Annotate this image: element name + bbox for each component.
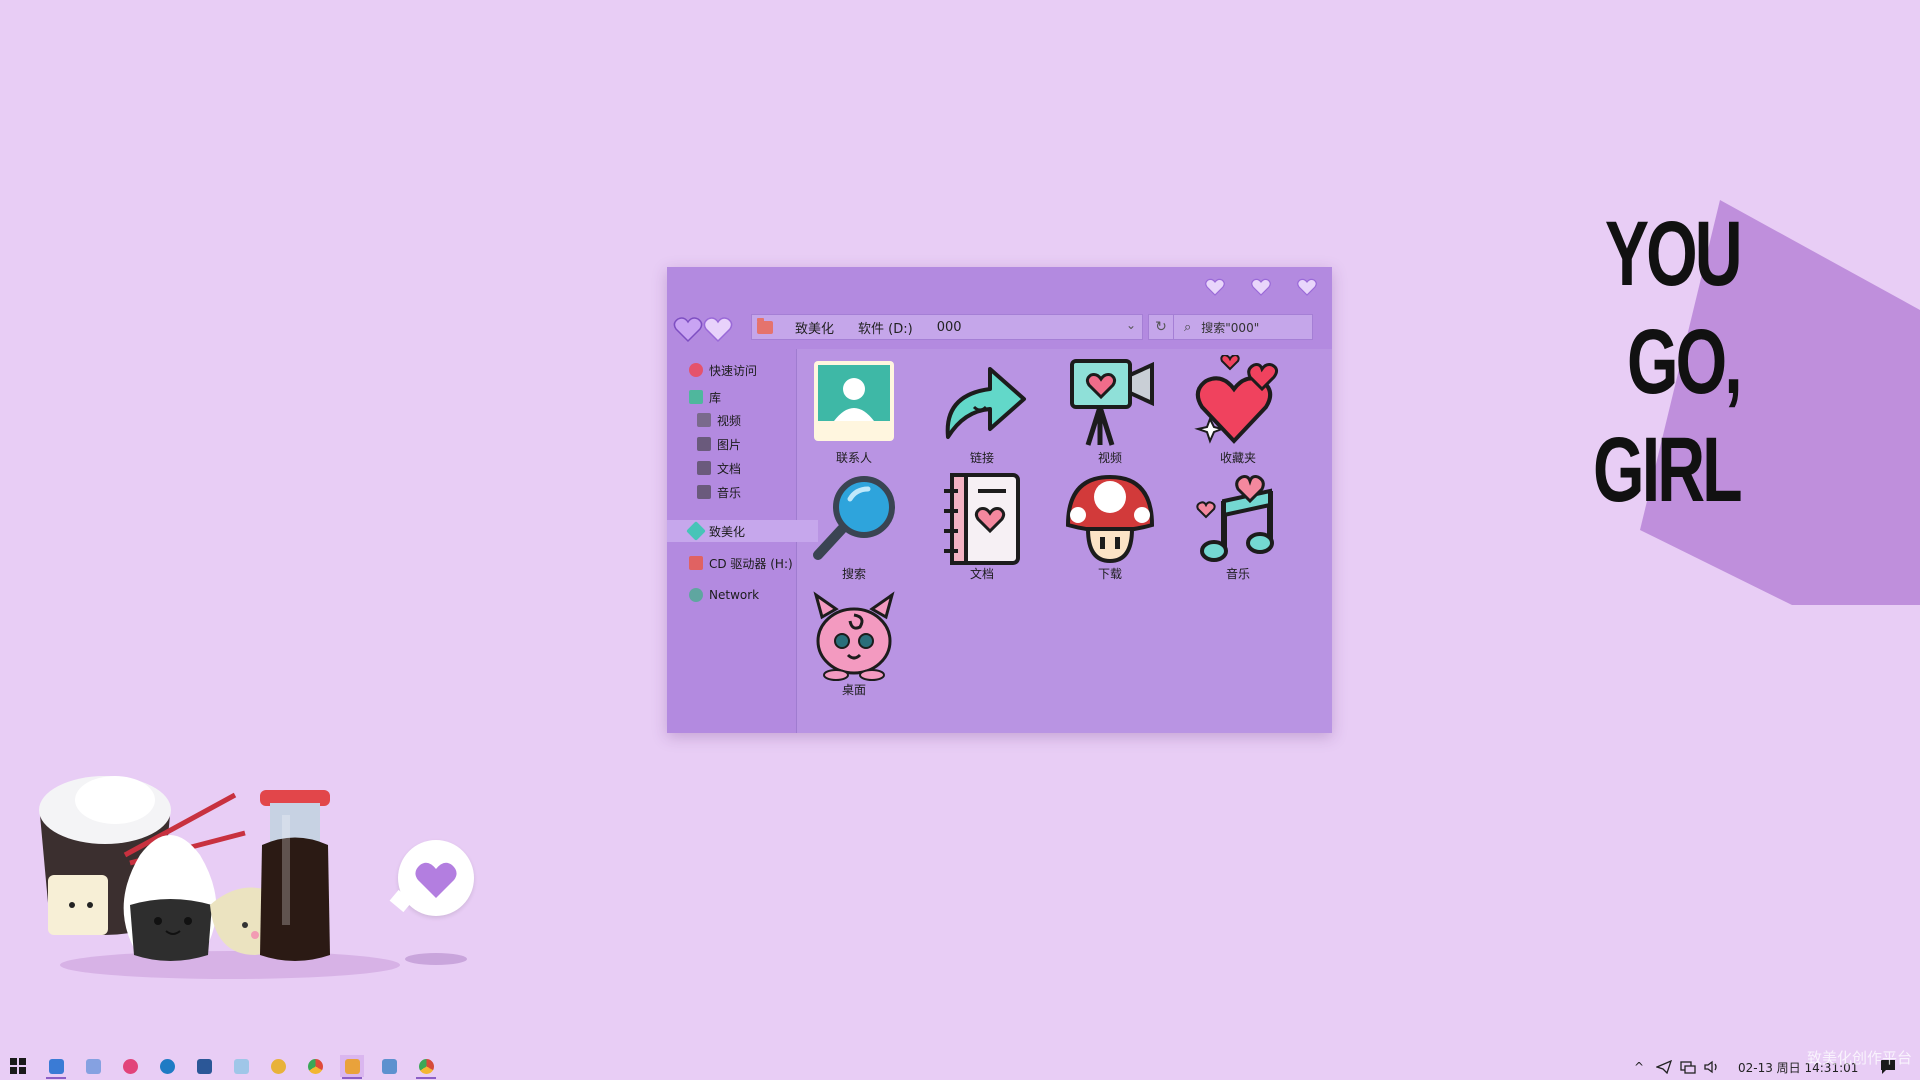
link-arrow-icon (945, 367, 1026, 439)
folder-item[interactable]: 搜索 (799, 471, 909, 583)
contact-icon (814, 361, 894, 441)
notepad-icon[interactable] (377, 1055, 401, 1077)
title-bar[interactable] (667, 267, 1332, 307)
file-label: 视频 (1097, 451, 1122, 465)
file-label: 搜索 (841, 567, 866, 581)
music-note-icon (1196, 475, 1274, 562)
bubble-shadow (405, 953, 467, 965)
file-explorer-icon[interactable] (340, 1055, 364, 1079)
file-label: 下载 (1097, 567, 1122, 581)
folder-item[interactable]: 音乐 (1183, 471, 1293, 583)
video-icon (697, 413, 711, 427)
gem-icon (686, 521, 706, 541)
globe-icon (689, 588, 703, 602)
sidebar-item-label: CD 驱动器 (H:) (709, 556, 793, 571)
taskbar: ^ 02-13 周日 14:31:01 (0, 1052, 1920, 1080)
jigglypuff-icon (813, 591, 895, 681)
folder-item[interactable]: 收藏夹 (1183, 355, 1293, 467)
chevron-up-icon[interactable]: ^ (1634, 1060, 1644, 1074)
photoshop-icon[interactable] (229, 1055, 253, 1077)
xiu-app-icon[interactable] (118, 1055, 142, 1077)
navigation-pane: 快速访问 库 视频 图片 文档 音乐 致美化 CD 驱动器 (H:) Netwo… (667, 349, 818, 733)
folder-item[interactable]: 视频 (1055, 355, 1165, 467)
sidebar-item-cd-drive[interactable]: CD 驱动器 (H:) (667, 552, 818, 574)
sidebar-item-quick-access[interactable]: 快速访问 (667, 359, 818, 381)
favorites-heart-icon (1194, 355, 1279, 444)
video-camera-icon (1070, 359, 1154, 446)
address-bar[interactable]: 致美化 软件 (D:) 000 ⌄ (751, 314, 1143, 340)
heart-icon (415, 862, 457, 898)
breadcrumb-item[interactable]: 软件 (D:) (858, 318, 913, 337)
tray-overflow-icon[interactable]: ^ (1634, 1057, 1644, 1077)
file-label: 链接 (969, 451, 994, 465)
sidebar-item-label: 致美化 (709, 524, 746, 539)
poster-line: YOU (1605, 203, 1743, 305)
file-label: 音乐 (1225, 567, 1250, 581)
edge-icon[interactable] (155, 1055, 179, 1077)
toolbar: 致美化 软件 (D:) 000 ⌄ ↻ ⌕ 搜索"000" (667, 307, 1332, 349)
chrome-alt-icon[interactable] (414, 1055, 438, 1079)
speech-bubble (398, 840, 474, 916)
folder-item[interactable]: 文档 (927, 471, 1037, 583)
file-explorer-window: 致美化 软件 (D:) 000 ⌄ ↻ ⌕ 搜索"000" 快速访问 库 视频 … (667, 267, 1332, 733)
sidebar-item-label: 图片 (717, 437, 742, 452)
search-placeholder: 搜索"000" (1201, 320, 1260, 335)
search-icon: ⌕ (1184, 319, 1192, 335)
forward-heart-icon[interactable] (703, 315, 733, 343)
file-label: 文档 (969, 567, 994, 581)
sidebar-item-label: Network (709, 588, 760, 602)
folder-item[interactable]: 链接 (927, 355, 1037, 467)
library-icon (689, 390, 703, 404)
volume-icon[interactable] (1704, 1057, 1720, 1077)
mushroom-icon (1065, 474, 1155, 564)
folder-item[interactable]: 联系人 (799, 355, 909, 467)
maximize-heart-icon[interactable] (1247, 275, 1275, 299)
sidebar-item-label: 快速访问 (709, 363, 758, 378)
camera-icon (697, 437, 711, 451)
breadcrumb-item[interactable]: 致美化 (795, 318, 834, 337)
folder-icon (757, 317, 773, 334)
chrome-icon[interactable] (303, 1055, 327, 1077)
sidebar-item-library[interactable]: 库 (667, 386, 818, 408)
file-label: 联系人 (835, 451, 872, 465)
telegram-icon[interactable] (1656, 1057, 1672, 1077)
start-icon[interactable] (6, 1055, 30, 1077)
file-label: 桌面 (841, 683, 866, 697)
sidebar-item-label: 视频 (717, 413, 742, 428)
network-icon[interactable] (1680, 1057, 1696, 1077)
fruit-app-icon[interactable] (266, 1055, 290, 1077)
notebook-icon (944, 473, 1020, 565)
poster-slogan: YOU GO, GIRL (1593, 200, 1743, 524)
word-icon[interactable] (192, 1055, 216, 1077)
refresh-icon[interactable]: ↻ (1148, 314, 1174, 340)
file-label: 收藏夹 (1219, 451, 1256, 465)
document-icon (697, 461, 711, 475)
cd-drive-icon (689, 556, 703, 570)
folder-item[interactable]: 下载 (1055, 471, 1165, 583)
sidebar-item-label: 文档 (717, 461, 742, 476)
poster-line: GIRL (1593, 419, 1743, 521)
poster-line: GO, (1627, 311, 1743, 413)
navigation-buttons (673, 315, 735, 343)
back-heart-icon[interactable] (673, 315, 703, 343)
magnifier-icon (813, 476, 895, 560)
close-heart-icon[interactable] (1293, 275, 1321, 299)
sidebar-item-zhimeihua[interactable]: 致美化 (667, 520, 818, 542)
breadcrumb-item[interactable]: 000 (937, 320, 962, 335)
folder-item[interactable]: 桌面 (799, 587, 909, 699)
music-icon (697, 485, 711, 499)
minimize-heart-icon[interactable] (1201, 275, 1229, 299)
search-input[interactable]: ⌕ 搜索"000" (1173, 314, 1313, 340)
window-app-icon[interactable] (81, 1055, 105, 1077)
file-list: 联系人 链接 视频 收藏夹 搜索 文档 下载 音乐 桌面 (797, 349, 1332, 733)
widgets-icon[interactable] (44, 1055, 68, 1079)
sidebar-item-label: 库 (709, 390, 722, 405)
wallpaper-poster: YOU GO, GIRL (1580, 200, 1920, 605)
sidebar-item-network[interactable]: Network (667, 584, 818, 606)
sidebar-item-label: 音乐 (717, 485, 742, 500)
watermark: 致美化创作平台 (1806, 1049, 1912, 1067)
chevron-down-icon[interactable]: ⌄ (1126, 318, 1136, 332)
heart-star-icon (689, 363, 703, 377)
